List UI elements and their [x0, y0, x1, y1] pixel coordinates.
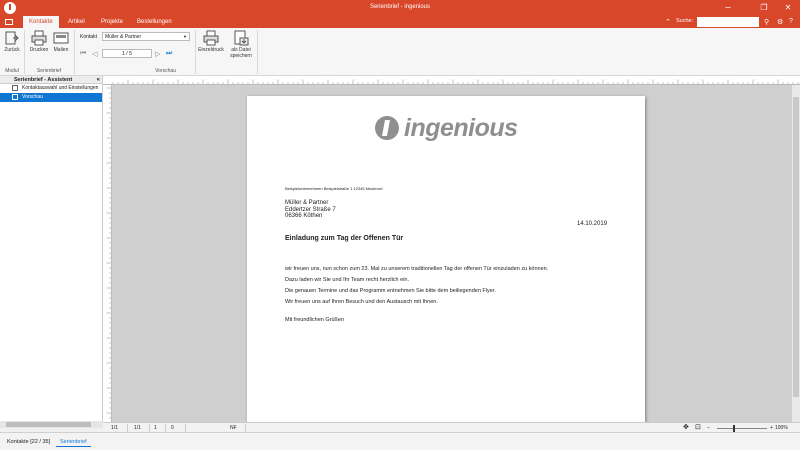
- back-label: Zurück: [4, 47, 20, 53]
- single-print-label: Einzeldruck: [198, 47, 224, 53]
- status-page: 1/1: [111, 425, 118, 431]
- preview-icon: [12, 94, 18, 100]
- letter-subject: Einladung zum Tag der Offenen Tür: [285, 235, 404, 242]
- collapse-icon[interactable]: «: [97, 76, 100, 84]
- tab-kontakte[interactable]: Kontakte: [23, 16, 59, 28]
- letter-closing: Mit freundlichen Grüßen: [285, 317, 344, 323]
- assistant-item-label: Kontaktauswahl und Einstellungen: [22, 85, 99, 91]
- letter-date: 14.10.2019: [577, 221, 608, 227]
- save-as-file-button[interactable]: als Datei speichern: [228, 30, 254, 66]
- zoom-slider-thumb[interactable]: [733, 425, 735, 432]
- back-icon: [5, 31, 19, 45]
- group-label-vorschau: Vorschau: [155, 68, 176, 74]
- zoom-slider[interactable]: [717, 428, 767, 429]
- sender-line: Beispielunternehmen Beispielstraße 1 123…: [285, 186, 383, 191]
- chevron-down-icon: ▼: [183, 34, 187, 39]
- body-line: Dazu laden wir Sie und Ihr Team recht he…: [285, 277, 410, 283]
- assistant-item-contact-selection[interactable]: Kontaktauswahl und Einstellungen: [0, 84, 102, 93]
- print-button[interactable]: Drucken: [29, 30, 49, 66]
- bottom-tab-serienbrief[interactable]: Serienbrief: [56, 437, 91, 447]
- vertical-ruler: [103, 85, 112, 422]
- status-section: 1/1: [134, 425, 141, 431]
- single-print-icon: [203, 30, 219, 46]
- settings-icon[interactable]: ⚙: [777, 18, 783, 26]
- contact-select[interactable]: Müller & Partner ▼: [102, 32, 190, 41]
- contact-label: Kontakt: [80, 34, 97, 40]
- logo-text: ingenious: [404, 114, 518, 142]
- settings-list-icon: [12, 85, 18, 91]
- page-input[interactable]: 1 / 5: [102, 49, 152, 58]
- logo-mark-icon: [375, 116, 399, 140]
- close-icon[interactable]: ✕: [776, 0, 800, 16]
- back-button[interactable]: Zurück: [3, 30, 21, 66]
- search-icon[interactable]: ⚲: [764, 18, 769, 26]
- restore-icon[interactable]: ❐: [752, 0, 776, 16]
- mail-label: Mailen: [53, 47, 69, 53]
- ribbon: Zurück Drucken Mailen Kontakt Müller & P…: [0, 28, 800, 76]
- fit-page-icon[interactable]: ⊡: [695, 423, 701, 431]
- assistant-item-label: Vorschau: [22, 94, 43, 100]
- search-input[interactable]: [697, 17, 759, 27]
- body-line: Die genauen Termine und das Programm ent…: [285, 288, 496, 294]
- group-label-modul: Modul: [5, 68, 19, 74]
- zoom-out-icon[interactable]: −: [707, 425, 710, 431]
- main-tab-bar: Kontakte Artikel Projekte Bestellungen ⌃…: [0, 16, 800, 28]
- chevron-up-icon[interactable]: ⌃: [665, 18, 671, 26]
- tab-bestellungen[interactable]: Bestellungen: [131, 16, 178, 28]
- letter-page: ingenious Beispielunternehmen Beispielst…: [247, 96, 645, 422]
- tab-projekte[interactable]: Projekte: [95, 16, 129, 28]
- help-icon[interactable]: ?: [789, 18, 793, 25]
- status-column: 1: [154, 425, 157, 431]
- assistant-panel: Serienbrief - Assistent « Kontaktauswahl…: [0, 76, 103, 428]
- horizontal-ruler: [103, 76, 800, 85]
- save-file-label-2: speichern: [230, 53, 252, 59]
- app-menu-icon[interactable]: [5, 19, 13, 25]
- assistant-header: Serienbrief - Assistent «: [0, 76, 102, 84]
- bottom-tab-bar: Kontakte [22 / 35] Serienbrief: [0, 432, 800, 450]
- first-page-icon[interactable]: ⏮: [80, 50, 86, 58]
- recipient-city: 06366 Köthen: [285, 213, 323, 219]
- recipient-name: Müller & Partner: [285, 200, 329, 206]
- recipient-address: Müller & Partner Eddertzer Straße 7 0636…: [285, 200, 336, 220]
- title-bar: Serienbrief - ingenious ─ ❐ ✕: [0, 0, 800, 16]
- bottom-tab-kontakte[interactable]: Kontakte [22 / 35]: [3, 437, 54, 447]
- zoom-in-icon[interactable]: +: [770, 425, 773, 431]
- save-file-icon: [234, 30, 249, 46]
- search-label: Suche:: [676, 18, 694, 24]
- window-title: Serienbrief - ingenious: [369, 4, 431, 10]
- body-line: Wir freuen uns auf Ihren Besuch und den …: [285, 299, 438, 305]
- contact-select-value: Müller & Partner: [105, 34, 142, 40]
- status-position: 0: [171, 425, 174, 431]
- status-mode: NF: [230, 425, 237, 431]
- group-label-serienbrief: Serienbrief: [36, 68, 62, 74]
- mail-button[interactable]: Mailen: [51, 30, 71, 66]
- last-page-icon[interactable]: ⏭: [166, 50, 172, 58]
- single-print-button[interactable]: Einzeldruck: [198, 30, 224, 66]
- viewer-vertical-scrollbar[interactable]: [792, 85, 800, 422]
- zoom-value: 100%: [775, 425, 788, 431]
- company-logo: ingenious: [373, 114, 518, 142]
- print-label: Drucken: [29, 47, 49, 53]
- tab-artikel[interactable]: Artikel: [62, 16, 91, 28]
- letter-body: wir freuen uns, nun schon zum 23. Mal zu…: [285, 264, 548, 308]
- move-icon[interactable]: ✥: [683, 423, 689, 431]
- document-viewer: ingenious Beispielunternehmen Beispielst…: [103, 76, 800, 422]
- body-line: wir freuen uns, nun schon zum 23. Mal zu…: [285, 266, 549, 272]
- prev-page-icon[interactable]: ◁: [92, 50, 97, 58]
- assistant-title: Serienbrief - Assistent: [14, 77, 73, 83]
- next-page-icon[interactable]: ▷: [155, 50, 160, 58]
- assistant-item-preview[interactable]: Vorschau: [0, 93, 102, 102]
- minimize-icon[interactable]: ─: [716, 0, 740, 16]
- mail-icon: [53, 32, 69, 44]
- printer-icon: [31, 30, 47, 46]
- status-bar: 1/1 1/1 1 0 NF ✥ ⊡ − + 100%: [103, 422, 800, 432]
- panel-horizontal-scrollbar[interactable]: [0, 421, 103, 428]
